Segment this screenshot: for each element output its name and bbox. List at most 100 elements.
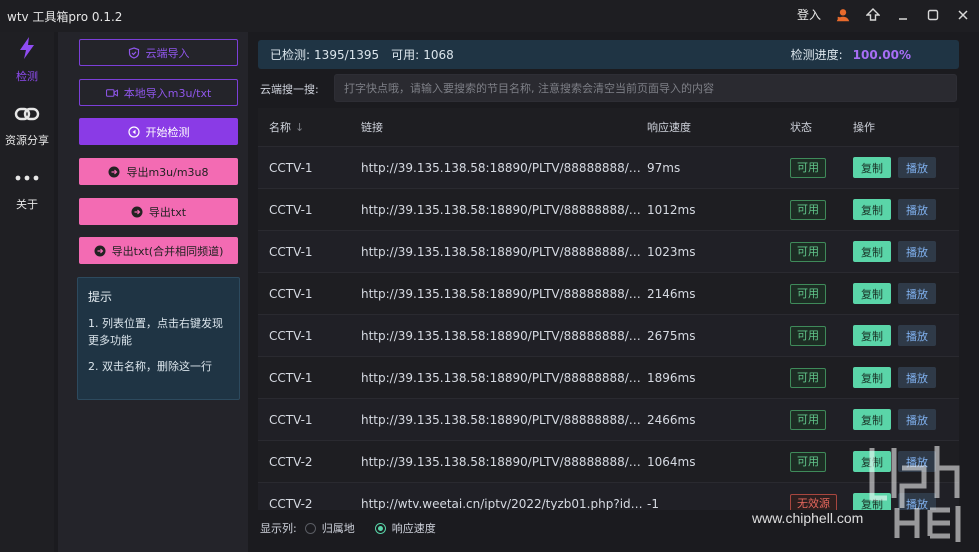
cloud-import-button[interactable]: 云端导入	[79, 39, 238, 66]
button-label: 导出m3u/m3u8	[126, 165, 209, 179]
start-detect-button[interactable]: 开始检测	[79, 118, 238, 145]
cell-link: http://39.135.138.58:18890/PLTV/88888888…	[361, 160, 647, 175]
copy-button[interactable]: 复制	[853, 241, 891, 262]
button-label: 开始检测	[145, 125, 190, 139]
left-nav: 检测 资源分享 关于	[0, 32, 54, 552]
copy-button[interactable]: 复制	[853, 283, 891, 304]
cell-status: 无效源	[790, 493, 853, 510]
cloud-search-input[interactable]	[334, 74, 957, 102]
cell-response: 1896ms	[647, 370, 696, 385]
status-badge: 可用	[790, 451, 826, 472]
cell-name: CCTV-1	[269, 370, 313, 385]
user-icon[interactable]	[835, 7, 851, 23]
local-import-button[interactable]: 本地导入m3u/txt	[79, 79, 238, 106]
button-label: 导出txt	[148, 205, 187, 219]
table-row[interactable]: CCTV-1 http://39.135.138.58:18890/PLTV/88…	[258, 272, 959, 314]
table-row[interactable]: CCTV-1 http://39.135.138.58:18890/PLTV/88…	[258, 398, 959, 440]
column-toggle-bar: 显示列: 归属地 响应速度	[260, 520, 448, 536]
available-value: 1068	[423, 47, 454, 62]
column-option-response[interactable]: 响应速度	[374, 520, 436, 536]
login-link[interactable]: 登入	[797, 6, 821, 23]
cell-link: http://39.135.138.58:18890/PLTV/88888888…	[361, 244, 647, 259]
cell-status: 可用	[790, 367, 853, 388]
cell-status: 可用	[790, 157, 853, 178]
status-badge: 可用	[790, 199, 826, 220]
table-row[interactable]: CCTV-1 http://39.135.138.58:18890/PLTV/88…	[258, 188, 959, 230]
play-button[interactable]: 播放	[898, 199, 936, 220]
header-name[interactable]: 名称 ↓	[258, 119, 361, 135]
play-button[interactable]: 播放	[898, 325, 936, 346]
lightning-icon	[0, 36, 54, 60]
button-label: 云端导入	[145, 46, 190, 60]
cell-ops: 复制 播放	[853, 157, 959, 178]
play-button[interactable]: 播放	[898, 451, 936, 472]
status-badge: 可用	[790, 157, 826, 178]
cell-ops: 复制 播放	[853, 451, 959, 472]
cell-ops: 复制 播放	[853, 283, 959, 304]
copy-button[interactable]: 复制	[853, 451, 891, 472]
column-option-location[interactable]: 归属地	[304, 520, 355, 536]
play-button[interactable]: 播放	[898, 241, 936, 262]
nav-item-about[interactable]: 关于	[0, 166, 54, 212]
table-row[interactable]: CCTV-2 http://wtv.weetai.cn/iptv/2022/tyz…	[258, 482, 959, 510]
copy-button[interactable]: 复制	[853, 157, 891, 178]
play-circle-icon	[127, 125, 140, 138]
export-m3u-button[interactable]: 导出m3u/m3u8	[79, 158, 238, 185]
cell-link: http://39.135.138.58:18890/PLTV/88888888…	[361, 454, 647, 469]
play-button[interactable]: 播放	[898, 367, 936, 388]
title-bar: wtv 工具箱pro 0.1.2 登入	[0, 0, 979, 32]
play-button[interactable]: 播放	[898, 283, 936, 304]
table-row[interactable]: CCTV-1 http://39.135.138.58:18890/PLTV/88…	[258, 146, 959, 188]
maximize-icon[interactable]	[925, 7, 941, 23]
upload-icon[interactable]	[865, 7, 881, 23]
cell-name: CCTV-1	[269, 244, 313, 259]
cell-status: 可用	[790, 325, 853, 346]
header-status: 状态	[790, 121, 812, 134]
cell-ops: 复制 播放	[853, 409, 959, 430]
cell-link: http://39.135.138.58:18890/PLTV/88888888…	[361, 412, 647, 427]
header-response: 响应速度	[647, 121, 691, 134]
copy-button[interactable]: 复制	[853, 367, 891, 388]
cell-status: 可用	[790, 283, 853, 304]
table-row[interactable]: CCTV-1 http://39.135.138.58:18890/PLTV/88…	[258, 230, 959, 272]
cell-response: 1023ms	[647, 244, 696, 259]
copy-button[interactable]: 复制	[853, 199, 891, 220]
cell-ops: 复制 播放	[853, 241, 959, 262]
channel-table: 名称 ↓ 链接 响应速度 状态 操作 CCTV-1 http://39.135.13…	[258, 108, 959, 510]
available-label: 可用:	[391, 48, 420, 62]
cell-response: 1064ms	[647, 454, 696, 469]
checked-value: 1395/1395	[314, 47, 380, 62]
radio-checked-icon	[374, 522, 386, 534]
cell-ops: 复制 播放	[853, 493, 959, 510]
nav-item-detect[interactable]: 检测	[0, 36, 54, 84]
play-button[interactable]: 播放	[898, 157, 936, 178]
export-txt-button[interactable]: 导出txt	[79, 198, 238, 225]
cell-name: CCTV-1	[269, 160, 313, 175]
cell-name: CCTV-1	[269, 202, 313, 217]
cell-ops: 复制 播放	[853, 367, 959, 388]
cell-link: http://wtv.weetai.cn/iptv/2022/tyzb01.ph…	[361, 496, 647, 511]
cell-link: http://39.135.138.58:18890/PLTV/88888888…	[361, 370, 647, 385]
cell-ops: 复制 播放	[853, 199, 959, 220]
table-row[interactable]: CCTV-1 http://39.135.138.58:18890/PLTV/88…	[258, 314, 959, 356]
play-button[interactable]: 播放	[898, 409, 936, 430]
cell-response: 2146ms	[647, 286, 696, 301]
play-button[interactable]: 播放	[898, 493, 936, 510]
shield-icon	[128, 46, 140, 59]
sort-arrow-icon[interactable]: ↓	[295, 121, 304, 134]
close-icon[interactable]	[955, 7, 971, 23]
export-icon	[108, 166, 120, 178]
nav-item-label: 检测	[16, 70, 38, 83]
minimize-icon[interactable]	[895, 7, 911, 23]
copy-button[interactable]: 复制	[853, 325, 891, 346]
export-txt-merge-button[interactable]: 导出txt(合并相同频道)	[79, 237, 238, 264]
copy-button[interactable]: 复制	[853, 493, 891, 510]
nav-item-share[interactable]: 资源分享	[0, 102, 54, 148]
table-row[interactable]: CCTV-1 http://39.135.138.58:18890/PLTV/88…	[258, 356, 959, 398]
table-row[interactable]: CCTV-2 http://39.135.138.58:18890/PLTV/88…	[258, 440, 959, 482]
status-badge: 无效源	[790, 493, 837, 510]
copy-button[interactable]: 复制	[853, 409, 891, 430]
progress-label: 检测进度:	[790, 48, 843, 62]
cell-link: http://39.135.138.58:18890/PLTV/88888888…	[361, 328, 647, 343]
tips-title: 提示	[88, 290, 113, 304]
